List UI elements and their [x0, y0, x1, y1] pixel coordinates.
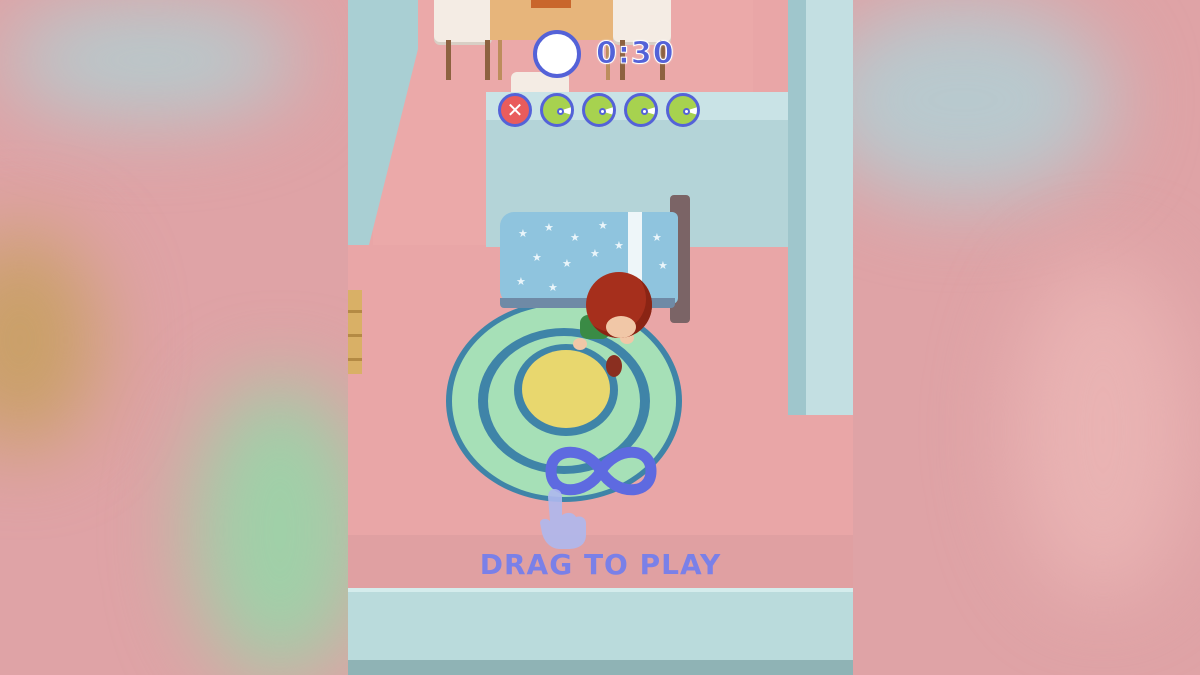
- food-pending-icon: [540, 93, 574, 127]
- star-icon: ★: [570, 231, 580, 244]
- character-hand: [573, 338, 587, 350]
- food-eaten-crossed-icon: ✕: [498, 93, 532, 127]
- food-pending-icon: [582, 93, 616, 127]
- star-icon: ★: [544, 221, 554, 234]
- food-pending-icon: [624, 93, 658, 127]
- character-shoe: [606, 355, 622, 377]
- star-icon: ★: [548, 281, 558, 294]
- table-leg: [498, 40, 502, 80]
- chair-left: [434, 0, 492, 42]
- star-icon: ★: [516, 275, 526, 288]
- star-icon: ★: [532, 251, 542, 264]
- rug-center: [522, 350, 610, 428]
- table-placemat: [531, 0, 571, 8]
- drag-to-play-instruction: DRAG TO PLAY: [479, 548, 722, 581]
- wall-bottom-top: [348, 588, 853, 592]
- food-pending-icon: [666, 93, 700, 127]
- timer-clock-icon: [533, 30, 581, 78]
- star-icon: ★: [658, 259, 668, 272]
- game-viewport[interactable]: ★ ★ ★ ★ ★ ★ ★ ★ ★ ★ ★ ★ 0:30 ✕ DRAG TO P…: [348, 0, 853, 675]
- wall-bottom-edge: [348, 660, 853, 675]
- chair-leg: [446, 40, 451, 80]
- blurred-background-right: [853, 0, 1200, 675]
- wall-bottom: [348, 588, 853, 660]
- wall-right-top: [806, 0, 853, 415]
- pointing-hand-icon: [540, 489, 586, 549]
- bookshelf: [348, 290, 362, 374]
- star-icon: ★: [590, 247, 600, 260]
- character-face: [606, 316, 636, 338]
- blurred-background-left: [0, 0, 348, 675]
- star-icon: ★: [652, 231, 662, 244]
- star-icon: ★: [614, 239, 624, 252]
- food-progress-row: ✕: [498, 93, 700, 127]
- star-icon: ★: [598, 219, 608, 232]
- star-icon: ★: [562, 257, 572, 270]
- chair-leg: [485, 40, 490, 80]
- timer-text: 0:30: [596, 36, 675, 72]
- star-icon: ★: [518, 227, 528, 240]
- fork-knife-icon: ✕: [506, 98, 524, 122]
